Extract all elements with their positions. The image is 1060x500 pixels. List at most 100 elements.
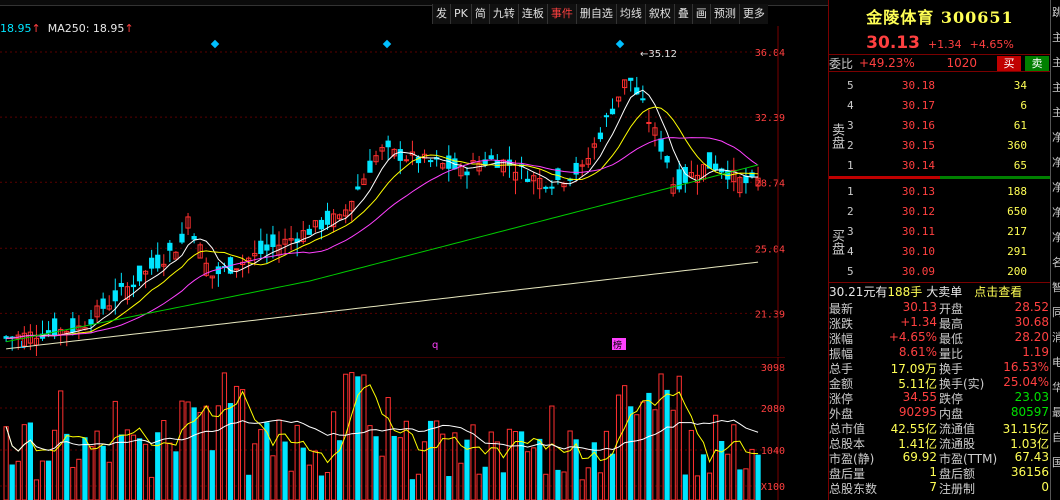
volume-bar: [409, 479, 416, 500]
side-tab[interactable]: 智: [1051, 275, 1060, 300]
side-tab[interactable]: 净: [1051, 150, 1060, 175]
toolbar-btn-11[interactable]: 预测: [709, 4, 739, 24]
candle-body: [385, 140, 391, 148]
candle-body: [324, 210, 331, 225]
stat-row: 总股东数 7 注册制 0: [829, 480, 1051, 496]
bid-row[interactable]: 2 30.12 650: [847, 201, 1051, 221]
bid-row[interactable]: 3 30.11 217: [847, 221, 1051, 241]
volume-bar: [543, 473, 549, 500]
side-tab[interactable]: 主: [1051, 50, 1060, 75]
volume-bar: [312, 450, 319, 500]
toolbar-btn-9[interactable]: 叠: [673, 4, 692, 24]
buy-button[interactable]: 买: [997, 55, 1021, 71]
toolbar-btn-1[interactable]: PK: [450, 4, 471, 24]
side-tab[interactable]: 净: [1051, 125, 1060, 150]
ask-row[interactable]: 1 30.14 65: [847, 155, 1051, 175]
stat-value: 5.11亿: [898, 377, 937, 391]
side-tab[interactable]: 华: [1051, 375, 1060, 400]
bid-row[interactable]: 4 30.10 291: [847, 241, 1051, 261]
stat-value: 34.55: [902, 390, 937, 404]
stock-code: 300651: [940, 8, 1014, 27]
toolbar-btn-0[interactable]: 发: [432, 4, 450, 24]
side-tab[interactable]: 电: [1051, 350, 1060, 375]
ask-row[interactable]: 4 30.17 6: [847, 95, 1051, 115]
side-tab[interactable]: 净: [1051, 225, 1060, 250]
sell-button[interactable]: 卖: [1025, 55, 1049, 71]
weibi-label: 委比: [829, 56, 854, 71]
stat-value: 1.19: [1022, 345, 1049, 359]
ask-row[interactable]: 2 30.15 360: [847, 135, 1051, 155]
stat-value: 8.61%: [898, 345, 937, 359]
stat-row: 总市值 42.55亿 流通值 31.15亿: [829, 420, 1051, 436]
volume: 6: [1020, 98, 1027, 112]
stat-value: 90295: [898, 405, 937, 419]
side-tab[interactable]: 主: [1051, 100, 1060, 125]
toolbar-btn-5[interactable]: 事件: [546, 4, 576, 24]
volume-bar: [609, 453, 616, 500]
stat-row: 盘后量 1 盘后额 36156: [829, 465, 1051, 481]
ask-row[interactable]: 5 30.18 34: [847, 75, 1051, 95]
volume-bar: [258, 429, 264, 500]
stat-key: 涨幅: [829, 332, 854, 346]
stat-key: 注册制: [939, 482, 976, 496]
volume-bar: [100, 445, 106, 500]
kline-chart[interactable]: 36.04 32.39 28.74 25.04 21.39 ←35.12 L q 榜: [0, 26, 785, 356]
candle-body: [88, 319, 94, 325]
toolbar-btn-8[interactable]: 叙权: [644, 4, 674, 24]
side-tab[interactable]: 最: [1051, 400, 1060, 425]
toolbar-btn-12[interactable]: 更多: [738, 4, 768, 24]
bid-row[interactable]: 5 30.09 200: [847, 261, 1051, 281]
trade-text: 30.21元有: [829, 285, 888, 299]
volume-bar: [585, 467, 591, 500]
candle-body: [603, 115, 610, 118]
toolbar-btn-10[interactable]: 画: [691, 4, 710, 24]
price-tick: 28.74: [755, 178, 785, 189]
stat-key: 量比: [939, 347, 964, 361]
side-tab[interactable]: 同: [1051, 300, 1060, 325]
toolbar-btn-6[interactable]: 删自选: [575, 4, 616, 24]
side-tab[interactable]: 名: [1051, 250, 1060, 275]
stat-value: +4.65%: [888, 330, 937, 344]
volume-bar: [658, 373, 664, 500]
ask-row[interactable]: 3 30.16 61: [847, 115, 1051, 135]
toolbar-btn-7[interactable]: 均线: [615, 4, 645, 24]
volume-chart[interactable]: 3098 2080 1040 X100: [0, 357, 785, 500]
candle-body: [549, 186, 555, 189]
volume-bar: [343, 373, 349, 500]
side-tab[interactable]: 净: [1051, 175, 1060, 200]
volume-bar: [537, 438, 543, 500]
volume-bar: [252, 443, 258, 500]
trade-link[interactable]: 点击查看: [974, 283, 1022, 299]
volume-bar: [246, 474, 252, 500]
side-tab[interactable]: 净: [1051, 200, 1060, 225]
level: 3: [847, 224, 854, 238]
stat-key: 总手: [829, 362, 854, 376]
stat-row: 涨幅 +4.65% 最低 28.20: [829, 330, 1051, 346]
volume-bar: [106, 461, 112, 500]
volume-bar: [173, 451, 179, 500]
stat-key: 盘后额: [939, 467, 976, 481]
stat-key: 最新: [829, 302, 854, 316]
volume-bar: [118, 434, 124, 500]
toolbar-btn-2[interactable]: 简: [470, 4, 489, 24]
volume-bar: [670, 409, 676, 500]
side-tab[interactable]: 国: [1051, 450, 1060, 475]
side-tab[interactable]: 主: [1051, 25, 1060, 50]
toolbar-btn-4[interactable]: 连板: [517, 4, 547, 24]
side-tab[interactable]: 消: [1051, 325, 1060, 350]
volume-bar: [142, 443, 149, 500]
side-tab[interactable]: 跳: [1051, 0, 1060, 25]
stat-key: 跌停: [939, 392, 964, 406]
stat-value: 30.13: [902, 300, 937, 314]
volume-bar: [300, 447, 306, 500]
volume-bar: [664, 389, 670, 500]
side-tab[interactable]: 自: [1051, 425, 1060, 450]
price: 30.11: [901, 224, 935, 238]
side-tab[interactable]: 主: [1051, 75, 1060, 100]
volume-bar: [646, 392, 652, 500]
stat-key: 涨停: [829, 392, 854, 406]
toolbar-btn-3[interactable]: 九转: [488, 4, 518, 24]
volume-bar: [282, 441, 288, 500]
stat-value: 30.68: [1014, 315, 1049, 329]
bid-row[interactable]: 1 30.13 188: [847, 181, 1051, 201]
